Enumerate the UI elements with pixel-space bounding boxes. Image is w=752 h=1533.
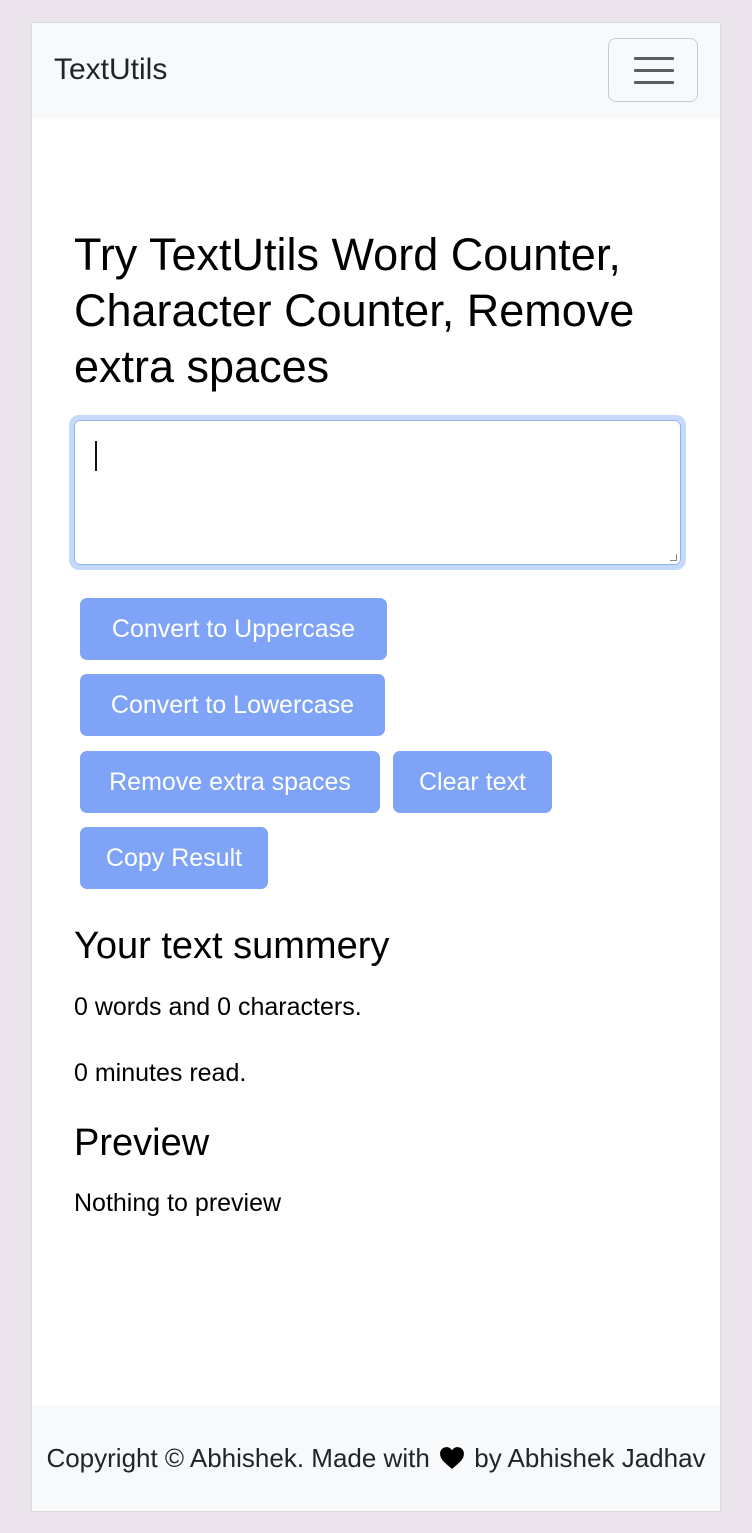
footer-credit: Copyright © Abhishek. Made with by Abhis… [32, 1443, 720, 1477]
hamburger-menu-icon-bar [634, 81, 674, 84]
remove-extra-spaces-button[interactable]: Remove extra spaces [80, 751, 380, 813]
footer-author: by Abhishek Jadhav [474, 1443, 706, 1473]
navbar: TextUtils [32, 23, 720, 118]
app-frame: TextUtils Try TextUtils Word Counter, Ch… [31, 22, 721, 1512]
copy-result-button[interactable]: Copy Result [80, 827, 268, 889]
heart-icon [439, 1446, 465, 1477]
word-char-count: 0 words and 0 characters. [74, 993, 362, 1021]
footer: Copyright © Abhishek. Made with by Abhis… [32, 1405, 720, 1511]
preview-text: Nothing to preview [74, 1189, 282, 1217]
summary-heading: Your text summery [74, 925, 390, 967]
text-cursor [95, 441, 97, 471]
brand-logo-text[interactable]: TextUtils [54, 53, 167, 87]
hamburger-menu-icon [634, 57, 674, 60]
uppercase-button[interactable]: Convert to Uppercase [80, 598, 387, 660]
footer-copyright: Copyright © Abhishek. Made with [46, 1443, 430, 1473]
hamburger-menu-icon-bar [634, 69, 674, 72]
resize-handle-icon[interactable] [670, 554, 677, 561]
read-time: 0 minutes read. [74, 1059, 247, 1087]
page-heading: Try TextUtils Word Counter, Character Co… [74, 229, 635, 392]
clear-text-button[interactable]: Clear text [393, 751, 552, 813]
text-input-focus-ring [69, 415, 686, 570]
navbar-toggle-button[interactable] [608, 38, 698, 102]
lowercase-button[interactable]: Convert to Lowercase [80, 674, 385, 736]
text-input-area[interactable] [74, 420, 681, 565]
preview-heading: Preview [74, 1122, 210, 1164]
